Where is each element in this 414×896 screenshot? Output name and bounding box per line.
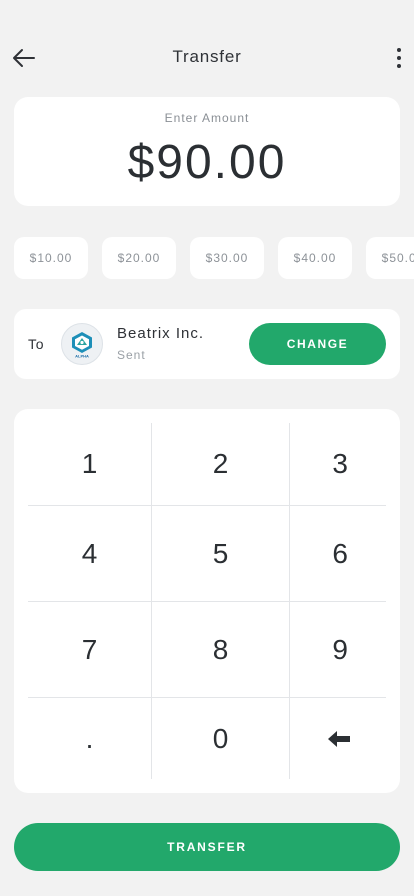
avatar: ALPHA [61,323,103,365]
key-7[interactable]: 7 [28,602,151,697]
page-title: Transfer [172,47,242,66]
key-0[interactable]: 0 [152,698,289,779]
quick-amount-chip[interactable]: $50.00 [366,237,414,279]
key-backspace[interactable] [290,698,386,779]
key-decimal[interactable]: . [28,698,151,779]
alpha-logo-icon: ALPHA [72,332,92,359]
header: Transfer [0,34,414,82]
quick-amount-chip[interactable]: $10.00 [14,237,88,279]
key-3[interactable]: 3 [290,423,386,505]
quick-amount-chip[interactable]: $40.00 [278,237,352,279]
transfer-button[interactable]: TRANSFER [14,823,400,871]
amount-label: Enter Amount [164,111,250,125]
to-label: To [28,336,45,352]
change-recipient-button[interactable]: CHANGE [249,323,386,365]
logo-text: ALPHA [75,354,89,359]
transfer-screen: Transfer Enter Amount $90.00 $10.00 $20.… [0,0,414,896]
backspace-arrow-icon [328,730,350,747]
numeric-keypad: 1 2 3 4 5 6 7 8 9 . 0 [14,409,400,793]
recipient-name: Beatrix Inc. [117,325,205,342]
key-1[interactable]: 1 [28,423,151,505]
key-4[interactable]: 4 [28,506,151,601]
key-6[interactable]: 6 [290,506,386,601]
amount-card: Enter Amount $90.00 [14,97,400,206]
key-5[interactable]: 5 [152,506,289,601]
quick-amounts-row[interactable]: $10.00 $20.00 $30.00 $40.00 $50.00 [14,237,414,279]
quick-amount-chip[interactable]: $30.00 [190,237,264,279]
key-2[interactable]: 2 [152,423,289,505]
amount-value[interactable]: $90.00 [14,135,400,190]
key-8[interactable]: 8 [152,602,289,697]
recipient-card: To ALPHA Beatrix Inc. Sent CHANGE [14,309,400,379]
keypad-grid: 1 2 3 4 5 6 7 8 9 . 0 [28,423,386,779]
quick-amount-chip[interactable]: $20.00 [102,237,176,279]
more-menu-button[interactable] [392,44,406,72]
key-9[interactable]: 9 [290,602,386,697]
more-vertical-icon [397,48,401,52]
recipient-status: Sent [117,348,146,362]
